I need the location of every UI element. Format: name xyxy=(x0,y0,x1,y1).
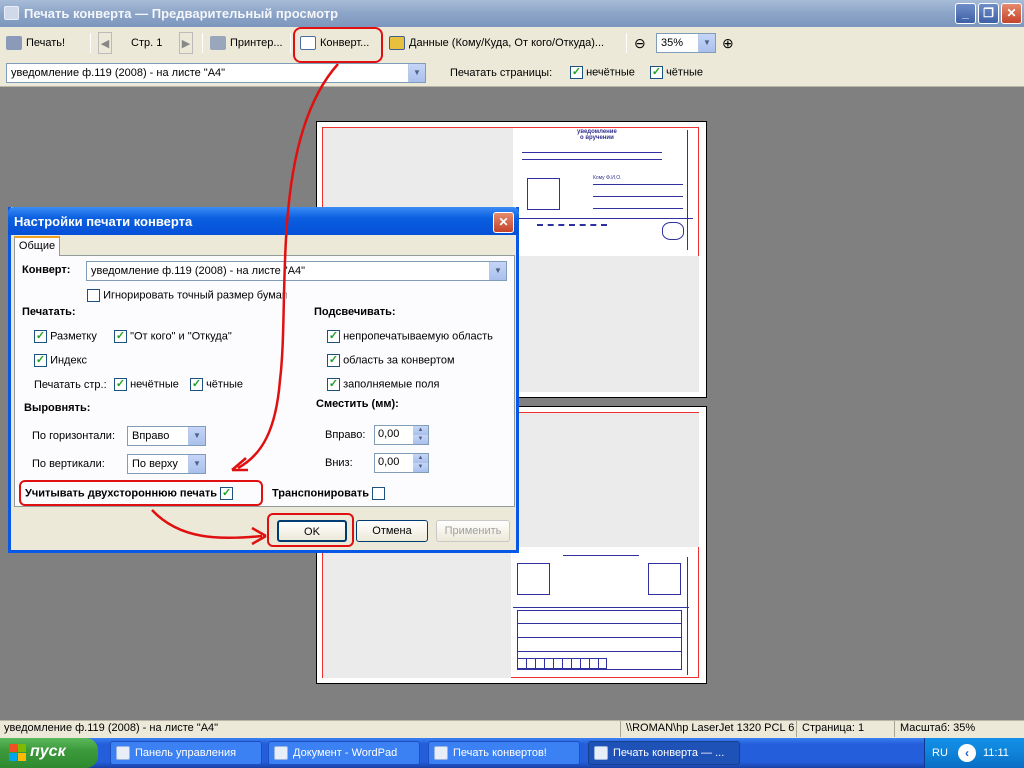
control-panel-icon xyxy=(116,746,130,760)
clock: 11:11 xyxy=(983,747,1009,759)
status-scale: Масштаб: 35% xyxy=(900,722,976,734)
task-label: Панель управления xyxy=(135,747,237,759)
start-button[interactable]: пуск xyxy=(0,738,98,768)
wordpad-icon xyxy=(274,746,288,760)
task-control-panel[interactable]: Панель управления xyxy=(110,741,262,765)
task-label: Печать конвертов! xyxy=(453,747,547,759)
arrow-to-ok xyxy=(151,509,263,540)
start-label: пуск xyxy=(30,743,66,760)
envelope-app-icon xyxy=(594,746,608,760)
arrow-to-duplex xyxy=(237,63,339,470)
status-printer: \\ROMAN\hp LaserJet 1320 PCL 6 xyxy=(626,722,795,734)
language-indicator[interactable]: RU xyxy=(932,747,948,759)
task-wordpad[interactable]: Документ - WordPad xyxy=(268,741,420,765)
task-envelope-print[interactable]: Печать конвертов! xyxy=(428,741,580,765)
task-label: Печать конверта — ... xyxy=(613,747,725,759)
task-label: Документ - WordPad xyxy=(293,747,398,759)
envelope-app-icon xyxy=(434,746,448,760)
windows-flag-icon xyxy=(9,744,26,761)
task-envelope-preview[interactable]: Печать конверта — ... xyxy=(588,741,740,765)
annotation-arrows xyxy=(151,63,339,546)
status-template: уведомление ф.119 (2008) - на листе "А4" xyxy=(4,722,219,734)
tray-arrow-icon[interactable]: ‹ xyxy=(958,744,976,762)
status-page: Страница: 1 xyxy=(802,722,865,734)
